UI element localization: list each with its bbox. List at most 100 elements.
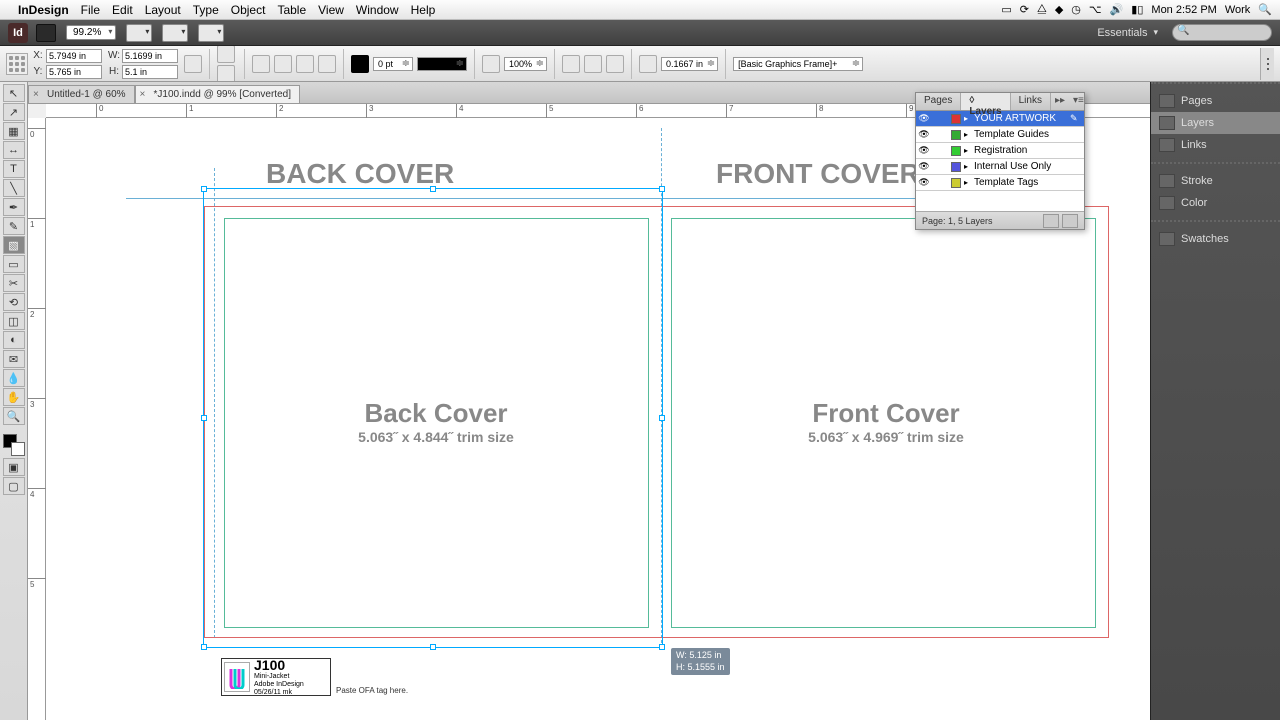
type-tool[interactable]: T xyxy=(3,160,25,178)
panel-tab-color[interactable]: Color xyxy=(1151,192,1280,214)
x-input[interactable]: 5.7949 in xyxy=(46,49,102,63)
collapse-panel-icon[interactable]: ▸▸ xyxy=(1051,93,1069,110)
disclosure-arrow-icon[interactable]: ▸ xyxy=(964,114,972,123)
menu-edit[interactable]: Edit xyxy=(112,3,133,17)
menubar-battery-icon[interactable]: ▮▯ xyxy=(1131,3,1143,16)
layer-row[interactable]: 👁 ▸ Template Tags xyxy=(916,175,1084,191)
y-input[interactable]: 5.765 in xyxy=(46,65,102,79)
pencil-tool[interactable]: ✎ xyxy=(3,217,25,235)
panel-tab-links[interactable]: Links xyxy=(1011,93,1051,110)
new-layer-button[interactable] xyxy=(1043,214,1059,228)
rotate-ccw-button[interactable] xyxy=(252,55,270,73)
selected-frame[interactable] xyxy=(203,188,663,648)
corner-radius-input[interactable]: 0.1667 in xyxy=(661,57,718,71)
zoom-level-select[interactable]: 99.2% xyxy=(66,25,116,40)
flip-vertical-button[interactable] xyxy=(318,55,336,73)
menubar-clock-icon[interactable]: ◷ xyxy=(1071,3,1081,16)
menu-table[interactable]: Table xyxy=(277,3,306,17)
layer-row[interactable]: 👁 ▸ Registration xyxy=(916,143,1084,159)
workspace-switcher[interactable]: Essentials xyxy=(1097,27,1147,39)
close-tab-icon[interactable]: × xyxy=(33,89,39,100)
visibility-toggle-icon[interactable]: 👁 xyxy=(916,129,932,140)
menu-view[interactable]: View xyxy=(318,3,344,17)
menu-window[interactable]: Window xyxy=(356,3,399,17)
text-wrap-bounding-button[interactable] xyxy=(584,55,602,73)
rectangle-frame-tool[interactable]: ▧ xyxy=(3,236,25,254)
page-tool[interactable]: ▦ xyxy=(3,122,25,140)
arrange-documents-dropdown[interactable] xyxy=(198,24,224,42)
pen-tool[interactable]: ✒ xyxy=(3,198,25,216)
selection-tool[interactable]: ↖ xyxy=(3,84,25,102)
menubar-user[interactable]: Work xyxy=(1225,4,1250,16)
layer-row[interactable]: 👁 ▸ Internal Use Only xyxy=(916,159,1084,175)
menubar-wifi-icon[interactable]: ⧋ xyxy=(1037,3,1047,16)
control-bar-menu-button[interactable] xyxy=(1260,48,1274,80)
workspace-arrow-icon[interactable]: ▾ xyxy=(1153,27,1158,38)
spotlight-icon[interactable]: 🔍 xyxy=(1258,3,1272,16)
layer-row[interactable]: 👁 ▸ YOUR ARTWORK ✎ xyxy=(916,111,1084,127)
free-transform-tool[interactable]: ⟲ xyxy=(3,293,25,311)
fill-swatch[interactable] xyxy=(351,55,369,73)
stroke-weight-select[interactable]: 0 pt xyxy=(373,57,413,71)
panel-tab-pages[interactable]: Pages xyxy=(916,93,961,110)
h-input[interactable]: 5.1 in xyxy=(122,65,178,79)
w-input[interactable]: 5.1699 in xyxy=(122,49,178,63)
direct-selection-tool[interactable]: ↗ xyxy=(3,103,25,121)
gradient-swatch-tool[interactable]: ◫ xyxy=(3,312,25,330)
panel-tab-swatches[interactable]: Swatches xyxy=(1151,228,1280,250)
vertical-ruler[interactable]: 0 1 2 3 4 5 xyxy=(28,118,46,720)
panel-tab-layers[interactable]: Layers xyxy=(1151,112,1280,134)
disclosure-arrow-icon[interactable]: ▸ xyxy=(964,178,972,187)
document-tab[interactable]: ×Untitled-1 @ 60% xyxy=(28,85,135,103)
panel-tab-layers[interactable]: ◊ Layers xyxy=(961,93,1010,110)
disclosure-arrow-icon[interactable]: ▸ xyxy=(964,146,972,155)
menubar-screenshare-icon[interactable]: ▭ xyxy=(1001,3,1011,16)
line-tool[interactable]: ╲ xyxy=(3,179,25,197)
gradient-feather-tool[interactable]: ◐ xyxy=(3,331,25,349)
menubar-bluetooth-icon[interactable]: ⌥ xyxy=(1089,3,1102,16)
menubar-volume-icon[interactable]: 🔊 xyxy=(1110,3,1124,16)
menu-file[interactable]: File xyxy=(81,3,100,17)
constrain-proportions-toggle[interactable] xyxy=(184,55,202,73)
menubar-dropbox-icon[interactable]: ◆ xyxy=(1055,3,1063,16)
app-name[interactable]: InDesign xyxy=(18,3,69,17)
panel-tab-pages[interactable]: Pages xyxy=(1151,90,1280,112)
fill-stroke-swatch[interactable] xyxy=(3,434,25,456)
text-wrap-shape-button[interactable] xyxy=(606,55,624,73)
menu-layout[interactable]: Layout xyxy=(145,3,181,17)
document-tab[interactable]: ×*J100.indd @ 99% [Converted] xyxy=(135,85,300,103)
screen-mode-dropdown[interactable] xyxy=(162,24,188,42)
panel-tab-links[interactable]: Links xyxy=(1151,134,1280,156)
help-search-input[interactable] xyxy=(1172,24,1272,41)
panel-tab-stroke[interactable]: Stroke xyxy=(1151,170,1280,192)
close-tab-icon[interactable]: × xyxy=(140,89,146,100)
delete-layer-button[interactable] xyxy=(1062,214,1078,228)
view-options-dropdown[interactable] xyxy=(126,24,152,42)
zoom-tool[interactable]: 🔍 xyxy=(3,407,25,425)
hand-tool[interactable]: ✋ xyxy=(3,388,25,406)
menu-help[interactable]: Help xyxy=(411,3,436,17)
layer-row[interactable]: 👁 ▸ Template Guides xyxy=(916,127,1084,143)
flip-horizontal-button[interactable] xyxy=(296,55,314,73)
menubar-clock[interactable]: Mon 2:52 PM xyxy=(1151,4,1216,16)
gap-tool[interactable]: ↔ xyxy=(3,141,25,159)
apply-color-button[interactable]: ▣ xyxy=(3,458,25,476)
reference-point-selector[interactable] xyxy=(6,53,28,75)
opacity-select[interactable]: 100% xyxy=(504,57,547,71)
panel-menu-icon[interactable]: ▾≡ xyxy=(1069,93,1088,110)
visibility-toggle-icon[interactable]: 👁 xyxy=(916,113,932,124)
menu-type[interactable]: Type xyxy=(193,3,219,17)
object-style-select[interactable]: [Basic Graphics Frame]+ xyxy=(733,57,863,71)
disclosure-arrow-icon[interactable]: ▸ xyxy=(964,162,972,171)
visibility-toggle-icon[interactable]: 👁 xyxy=(916,177,932,188)
eyedropper-tool[interactable]: 💧 xyxy=(3,369,25,387)
text-wrap-none-button[interactable] xyxy=(562,55,580,73)
stroke-style-select[interactable] xyxy=(417,57,467,71)
corner-options-button[interactable] xyxy=(639,55,657,73)
rectangle-tool[interactable]: ▭ xyxy=(3,255,25,273)
scissors-tool[interactable]: ✂ xyxy=(3,274,25,292)
screen-mode-button[interactable]: ▢ xyxy=(3,477,25,495)
visibility-toggle-icon[interactable]: 👁 xyxy=(916,145,932,156)
menu-object[interactable]: Object xyxy=(231,3,266,17)
effects-button[interactable] xyxy=(482,55,500,73)
